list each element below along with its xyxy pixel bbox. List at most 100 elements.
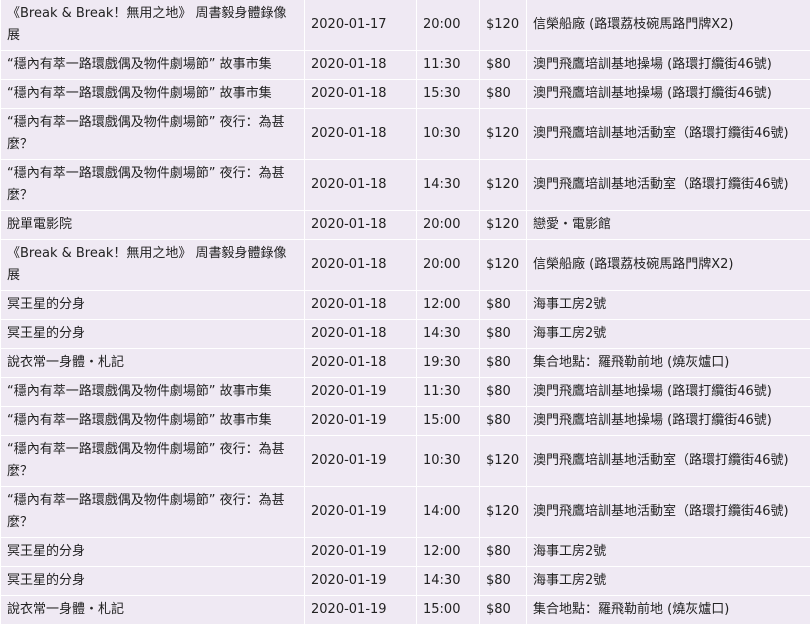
- event-name-cell: “穩內有萃一路環戲偶及物件劇場節” 夜行：為甚麼？: [1, 436, 305, 487]
- event-time-cell: 14:30: [417, 160, 480, 211]
- event-date-cell: 2020-01-18: [305, 240, 417, 291]
- event-date-cell: 2020-01-19: [305, 567, 417, 596]
- event-time-cell: 14:30: [417, 320, 480, 349]
- event-price-cell: $80: [480, 407, 527, 436]
- table-row: 脫單電影院2020-01-1820:00$120戀愛・電影館: [1, 211, 810, 240]
- event-name-cell: “穩內有萃一路環戲偶及物件劇場節” 故事市集: [1, 407, 305, 436]
- event-price-cell: $120: [480, 487, 527, 538]
- event-price-cell: $80: [480, 596, 527, 625]
- event-price-cell: $120: [480, 109, 527, 160]
- table-row: “穩內有萃一路環戲偶及物件劇場節” 夜行：為甚麼？2020-01-1910:30…: [1, 436, 810, 487]
- table-row: 冥王星的分身2020-01-1912:00$80海事工房2號: [1, 538, 810, 567]
- event-name-cell: 說衣常一身體・札記: [1, 596, 305, 625]
- event-time-cell: 12:00: [417, 291, 480, 320]
- event-name-cell: 冥王星的分身: [1, 320, 305, 349]
- event-name-cell: “穩內有萃一路環戲偶及物件劇場節” 夜行：為甚麼？: [1, 487, 305, 538]
- event-date-cell: 2020-01-19: [305, 378, 417, 407]
- table-row: 《Break & Break！無用之地》 周書毅身體錄像展2020-01-182…: [1, 240, 810, 291]
- event-date-cell: 2020-01-19: [305, 407, 417, 436]
- event-time-cell: 20:00: [417, 240, 480, 291]
- event-name-cell: “穩內有萃一路環戲偶及物件劇場節” 故事市集: [1, 80, 305, 109]
- event-time-cell: 15:00: [417, 596, 480, 625]
- event-venue-cell: 信榮船廠 (路環荔枝碗馬路門牌X2): [527, 0, 810, 51]
- event-venue-cell: 海事工房2號: [527, 291, 810, 320]
- event-date-cell: 2020-01-19: [305, 487, 417, 538]
- event-time-cell: 10:30: [417, 109, 480, 160]
- event-price-cell: $80: [480, 291, 527, 320]
- event-venue-cell: 澳門飛鷹培訓基地操場 (路環打纜街46號): [527, 378, 810, 407]
- table-row: “穩內有萃一路環戲偶及物件劇場節” 故事市集2020-01-1915:00$80…: [1, 407, 810, 436]
- table-row: “穩內有萃一路環戲偶及物件劇場節” 故事市集2020-01-1911:30$80…: [1, 378, 810, 407]
- table-row: “穩內有萃一路環戲偶及物件劇場節” 夜行：為甚麼？2020-01-1914:00…: [1, 487, 810, 538]
- event-date-cell: 2020-01-18: [305, 291, 417, 320]
- events-table: 《Break & Break！無用之地》 周書毅身體錄像展2020-01-172…: [0, 0, 810, 625]
- event-venue-cell: 澳門飛鷹培訓基地操場 (路環打纜街46號): [527, 51, 810, 80]
- event-price-cell: $120: [480, 211, 527, 240]
- event-venue-cell: 海事工房2號: [527, 320, 810, 349]
- event-price-cell: $120: [480, 436, 527, 487]
- event-venue-cell: 澳門飛鷹培訓基地活動室（路環打纜街46號): [527, 436, 810, 487]
- event-date-cell: 2020-01-18: [305, 349, 417, 378]
- event-date-cell: 2020-01-19: [305, 538, 417, 567]
- event-price-cell: $80: [480, 567, 527, 596]
- table-row: 《Break & Break！無用之地》 周書毅身體錄像展2020-01-172…: [1, 0, 810, 51]
- event-name-cell: 冥王星的分身: [1, 538, 305, 567]
- event-price-cell: $120: [480, 240, 527, 291]
- event-name-cell: 《Break & Break！無用之地》 周書毅身體錄像展: [1, 0, 305, 51]
- event-venue-cell: 澳門飛鷹培訓基地活動室（路環打纜街46號): [527, 160, 810, 211]
- event-price-cell: $80: [480, 538, 527, 567]
- event-name-cell: 脫單電影院: [1, 211, 305, 240]
- event-price-cell: $120: [480, 0, 527, 51]
- event-price-cell: $80: [480, 80, 527, 109]
- event-venue-cell: 海事工房2號: [527, 538, 810, 567]
- event-time-cell: 15:30: [417, 80, 480, 109]
- event-name-cell: 冥王星的分身: [1, 567, 305, 596]
- event-venue-cell: 信榮船廠 (路環荔枝碗馬路門牌X2): [527, 240, 810, 291]
- event-venue-cell: 集合地點：羅飛勒前地 (燒灰爐口): [527, 349, 810, 378]
- event-date-cell: 2020-01-19: [305, 436, 417, 487]
- event-time-cell: 15:00: [417, 407, 480, 436]
- events-table-body: 《Break & Break！無用之地》 周書毅身體錄像展2020-01-172…: [1, 0, 810, 625]
- event-date-cell: 2020-01-18: [305, 211, 417, 240]
- event-time-cell: 14:30: [417, 567, 480, 596]
- event-name-cell: 《Break & Break！無用之地》 周書毅身體錄像展: [1, 240, 305, 291]
- event-name-cell: “穩內有萃一路環戲偶及物件劇場節” 故事市集: [1, 378, 305, 407]
- event-date-cell: 2020-01-18: [305, 160, 417, 211]
- event-date-cell: 2020-01-17: [305, 0, 417, 51]
- table-row: “穩內有萃一路環戲偶及物件劇場節” 夜行：為甚麼？2020-01-1814:30…: [1, 160, 810, 211]
- table-row: 說衣常一身體・札記2020-01-1915:00$80集合地點：羅飛勒前地 (燒…: [1, 596, 810, 625]
- event-time-cell: 11:30: [417, 51, 480, 80]
- event-price-cell: $120: [480, 160, 527, 211]
- event-time-cell: 14:00: [417, 487, 480, 538]
- event-time-cell: 20:00: [417, 211, 480, 240]
- table-row: “穩內有萃一路環戲偶及物件劇場節” 故事市集2020-01-1811:30$80…: [1, 51, 810, 80]
- event-time-cell: 11:30: [417, 378, 480, 407]
- event-date-cell: 2020-01-18: [305, 320, 417, 349]
- event-venue-cell: 戀愛・電影館: [527, 211, 810, 240]
- event-venue-cell: 海事工房2號: [527, 567, 810, 596]
- event-time-cell: 19:30: [417, 349, 480, 378]
- event-date-cell: 2020-01-18: [305, 80, 417, 109]
- event-venue-cell: 澳門飛鷹培訓基地活動室（路環打纜街46號): [527, 487, 810, 538]
- table-row: 冥王星的分身2020-01-1812:00$80海事工房2號: [1, 291, 810, 320]
- event-price-cell: $80: [480, 378, 527, 407]
- event-time-cell: 12:00: [417, 538, 480, 567]
- event-name-cell: “穩內有萃一路環戲偶及物件劇場節” 夜行：為甚麼？: [1, 109, 305, 160]
- event-price-cell: $80: [480, 349, 527, 378]
- event-price-cell: $80: [480, 51, 527, 80]
- event-name-cell: “穩內有萃一路環戲偶及物件劇場節” 夜行：為甚麼？: [1, 160, 305, 211]
- table-row: “穩內有萃一路環戲偶及物件劇場節” 夜行：為甚麼？2020-01-1810:30…: [1, 109, 810, 160]
- event-date-cell: 2020-01-18: [305, 51, 417, 80]
- event-time-cell: 20:00: [417, 0, 480, 51]
- event-price-cell: $80: [480, 320, 527, 349]
- event-name-cell: “穩內有萃一路環戲偶及物件劇場節” 故事市集: [1, 51, 305, 80]
- event-venue-cell: 澳門飛鷹培訓基地操場 (路環打纜街46號): [527, 80, 810, 109]
- table-row: 冥王星的分身2020-01-1914:30$80海事工房2號: [1, 567, 810, 596]
- event-time-cell: 10:30: [417, 436, 480, 487]
- event-date-cell: 2020-01-19: [305, 596, 417, 625]
- table-row: 說衣常一身體・札記2020-01-1819:30$80集合地點：羅飛勒前地 (燒…: [1, 349, 810, 378]
- table-row: “穩內有萃一路環戲偶及物件劇場節” 故事市集2020-01-1815:30$80…: [1, 80, 810, 109]
- table-row: 冥王星的分身2020-01-1814:30$80海事工房2號: [1, 320, 810, 349]
- event-venue-cell: 澳門飛鷹培訓基地操場 (路環打纜街46號): [527, 407, 810, 436]
- event-name-cell: 說衣常一身體・札記: [1, 349, 305, 378]
